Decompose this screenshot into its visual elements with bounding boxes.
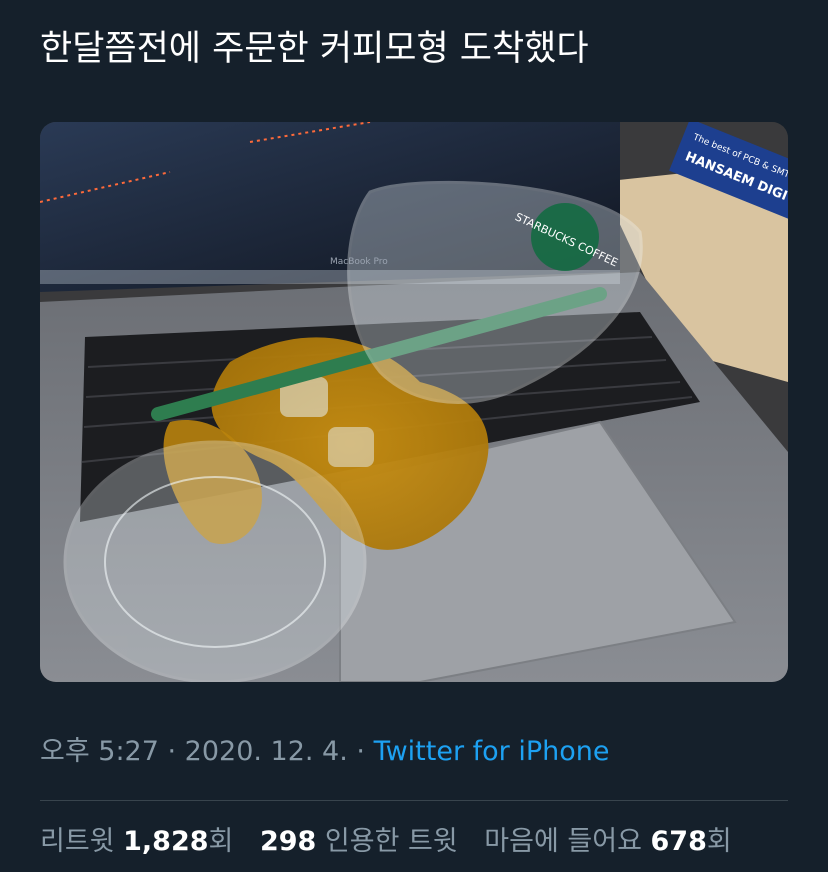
tweet-text: 한달쯤전에 주문한 커피모형 도착했다 — [40, 29, 589, 69]
quotes-label: 인용한 트윗 — [316, 826, 458, 857]
tweet-source-link[interactable]: Twitter for iPhone — [374, 736, 610, 767]
likes-label: 마음에 들어요 — [484, 826, 651, 857]
retweets-suffix: 회 — [208, 826, 234, 857]
laptop-model-label: MacBook Pro — [330, 257, 388, 267]
retweets-stat[interactable]: 리트윗 1,828회 — [40, 826, 233, 857]
tweet-stats: 리트윗 1,828회 298 인용한 트윗 마음에 들어요 678회 — [40, 822, 820, 862]
likes-count: 678 — [650, 826, 707, 857]
meta-separator: · — [158, 736, 185, 767]
tweet-photo[interactable]: STARBUCKS COFFEE The best of PCB & SMT H… — [40, 122, 788, 682]
meta-separator-2: · — [347, 736, 374, 767]
ice-cube-2 — [328, 427, 374, 467]
tweet-time[interactable]: 오후 5:27 — [40, 736, 159, 767]
retweets-label: 리트윗 — [40, 826, 124, 857]
tweet-meta: 오후 5:27 · 2020. 12. 4. · Twitter for iPh… — [40, 732, 800, 772]
quotes-count: 298 — [259, 826, 317, 857]
likes-stat[interactable]: 마음에 들어요 678회 — [484, 826, 731, 857]
likes-suffix: 회 — [706, 826, 732, 857]
divider — [40, 800, 788, 801]
tweet-date[interactable]: 2020. 12. 4. — [185, 736, 348, 767]
retweets-count: 1,828 — [123, 826, 209, 857]
quotes-stat[interactable]: 298 인용한 트윗 — [260, 826, 458, 857]
